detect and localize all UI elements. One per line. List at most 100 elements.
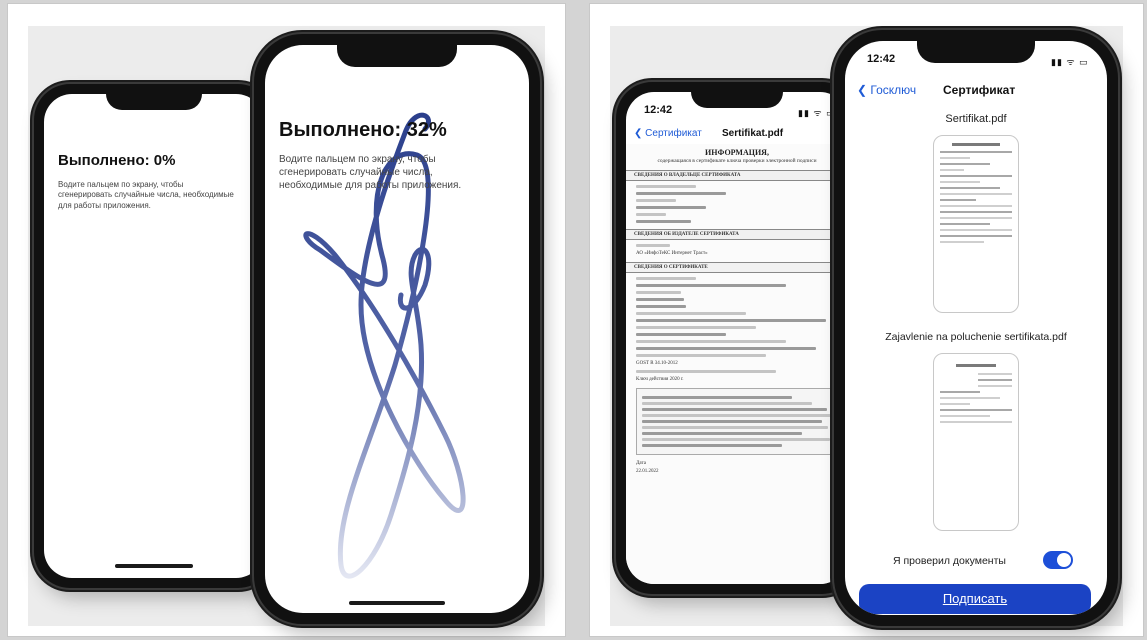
back-label: Госключ — [870, 83, 917, 97]
thumb-line — [940, 211, 1012, 213]
doc-line — [642, 408, 827, 411]
thumb-line — [940, 421, 1012, 423]
documents-checked-toggle[interactable] — [1043, 551, 1073, 569]
phone-screen: 12:42 ▮▮ ᯤ ▭ ❮ Сертификат Sertifikat.pdf… — [626, 92, 848, 584]
thumb-line — [956, 364, 996, 367]
doc-section-owner: СВЕДЕНИЯ О ВЛАДЕЛЬЦЕ СЕРТИФИКАТА — [626, 170, 848, 181]
home-indicator — [349, 601, 445, 605]
back-button[interactable]: ❮ Сертификат — [634, 128, 702, 139]
doc-line — [636, 312, 746, 315]
status-icons: ▮▮ ᯤ ▭ — [1051, 57, 1089, 67]
doc-line — [636, 326, 756, 329]
doc-date-label: Дата — [636, 461, 646, 466]
phone-notch — [691, 92, 783, 108]
nav-bar: ❮ Госключ Сертификат — [845, 75, 1107, 105]
doc-line — [636, 347, 816, 350]
phone-progress-0: Выполнено: 0% Водите пальцем по экрану, … — [34, 84, 274, 588]
phone-pdf-viewer: 12:42 ▮▮ ᯤ ▭ ❮ Сертификат Sertifikat.pdf… — [616, 82, 858, 594]
thumb-line — [940, 205, 1012, 207]
phone-certificate-sign: 12:42 ▮▮ ᯤ ▭ ❮ Госключ Сертификат Sertif… — [834, 30, 1118, 626]
thumb-line — [978, 385, 1012, 387]
thumb-line — [940, 175, 1012, 177]
sign-button-label: Подписать — [942, 591, 1008, 606]
doc-date-value: 22.01.2022 — [636, 469, 659, 474]
doc-line — [642, 438, 830, 441]
doc-issuer-text: АО «ИнфоТеКС Интернет Траст» — [636, 251, 708, 256]
status-time: 12:42 — [644, 104, 673, 116]
phone-screen: 12:42 ▮▮ ᯤ ▭ ❮ Госключ Сертификат Sertif… — [845, 41, 1107, 615]
phone-screen: Выполнено: 0% Водите пальцем по экрану, … — [44, 94, 264, 578]
phone-notch — [106, 94, 202, 110]
pdf-thumbnail[interactable] — [933, 353, 1019, 531]
chevron-left-icon: ❮ — [634, 128, 643, 139]
nav-title: Сертификат — [943, 83, 1016, 97]
left-panel: Выполнено: 0% Водите пальцем по экрану, … — [8, 4, 565, 636]
documents-checked-label: Я проверил документы — [893, 555, 1006, 567]
sign-button[interactable]: Подписать — [859, 584, 1091, 614]
doc-heading: ИНФОРМАЦИЯ, — [705, 148, 769, 157]
doc-line — [636, 206, 706, 209]
back-button[interactable]: ❮ Госключ — [857, 83, 916, 97]
doc-line — [636, 192, 726, 195]
thumb-line — [940, 235, 1012, 237]
file-name: Zajavlenie na poluchenie sertifikata.pdf — [885, 331, 1067, 343]
phone-notch — [917, 41, 1035, 63]
doc-line — [636, 244, 670, 247]
back-label: Сертификат — [645, 128, 702, 139]
doc-line — [636, 340, 786, 343]
thumb-line — [978, 373, 1012, 375]
phone-progress-32: Выполнено: 32% Водите пальцем по экрану,… — [254, 34, 540, 624]
nav-title: Sertifikat.pdf — [722, 128, 784, 139]
doc-line — [636, 333, 726, 336]
doc-line — [642, 444, 782, 447]
doc-line — [636, 199, 676, 202]
doc-line — [642, 432, 802, 435]
doc-line — [636, 370, 776, 373]
progress-title: Выполнено: 32% — [279, 119, 447, 141]
thumb-line — [940, 229, 1012, 231]
instruction-text: Водите пальцем по экрану, чтобы сгенерир… — [279, 154, 462, 191]
thumb-line — [940, 241, 984, 243]
drawing-canvas[interactable]: Выполнено: 32% Водите пальцем по экрану,… — [265, 45, 529, 613]
thumb-line — [940, 157, 970, 159]
pdf-thumbnail[interactable] — [933, 135, 1019, 313]
thumb-line — [940, 193, 1012, 195]
toggle-knob — [1057, 553, 1071, 567]
file-name: Sertifikat.pdf — [945, 113, 1007, 125]
progress-title: Выполнено: 0% — [58, 152, 176, 169]
thumb-line — [940, 223, 990, 225]
status-time: 12:42 — [867, 53, 896, 65]
doc-line — [636, 213, 666, 216]
thumb-line — [940, 163, 990, 165]
doc-section-issuer: СВЕДЕНИЯ ОБ ИЗДАТЕЛЕ СЕРТИФИКАТА — [626, 229, 848, 240]
thumb-line — [952, 143, 1000, 146]
doc-subheading: содержащаяся в сертификате ключа проверк… — [657, 158, 817, 164]
doc-algorithm-text: GOST R 34.10-2012 — [636, 361, 678, 366]
doc-line — [636, 354, 766, 357]
thumb-line — [940, 199, 976, 201]
thumb-line — [978, 379, 1012, 381]
doc-line — [636, 277, 696, 280]
thumb-line — [940, 217, 1012, 219]
chevron-left-icon: ❮ — [857, 83, 868, 97]
thumb-line — [940, 169, 964, 171]
thumb-line — [940, 187, 1000, 189]
thumb-line — [940, 397, 1000, 399]
right-panel: 12:42 ▮▮ ᯤ ▭ ❮ Сертификат Sertifikat.pdf… — [590, 4, 1143, 636]
thumb-line — [940, 409, 1012, 411]
home-indicator — [115, 564, 193, 568]
doc-line — [636, 305, 686, 308]
pdf-document[interactable]: ИНФОРМАЦИЯ, содержащаяся в сертификате к… — [626, 144, 848, 584]
doc-terms-box — [636, 388, 838, 455]
thumb-line — [940, 403, 970, 405]
doc-line — [642, 402, 812, 405]
doc-line — [636, 284, 786, 287]
doc-line — [636, 298, 684, 301]
doc-line — [642, 396, 792, 399]
doc-section-certificate: СВЕДЕНИЯ О СЕРТИФИКАТЕ — [626, 262, 848, 273]
doc-line — [636, 185, 696, 188]
doc-key-usage-text: Ключ действия 2020 г. — [636, 377, 684, 382]
doc-line — [636, 319, 826, 322]
thumb-line — [940, 391, 980, 393]
doc-line — [636, 291, 681, 294]
